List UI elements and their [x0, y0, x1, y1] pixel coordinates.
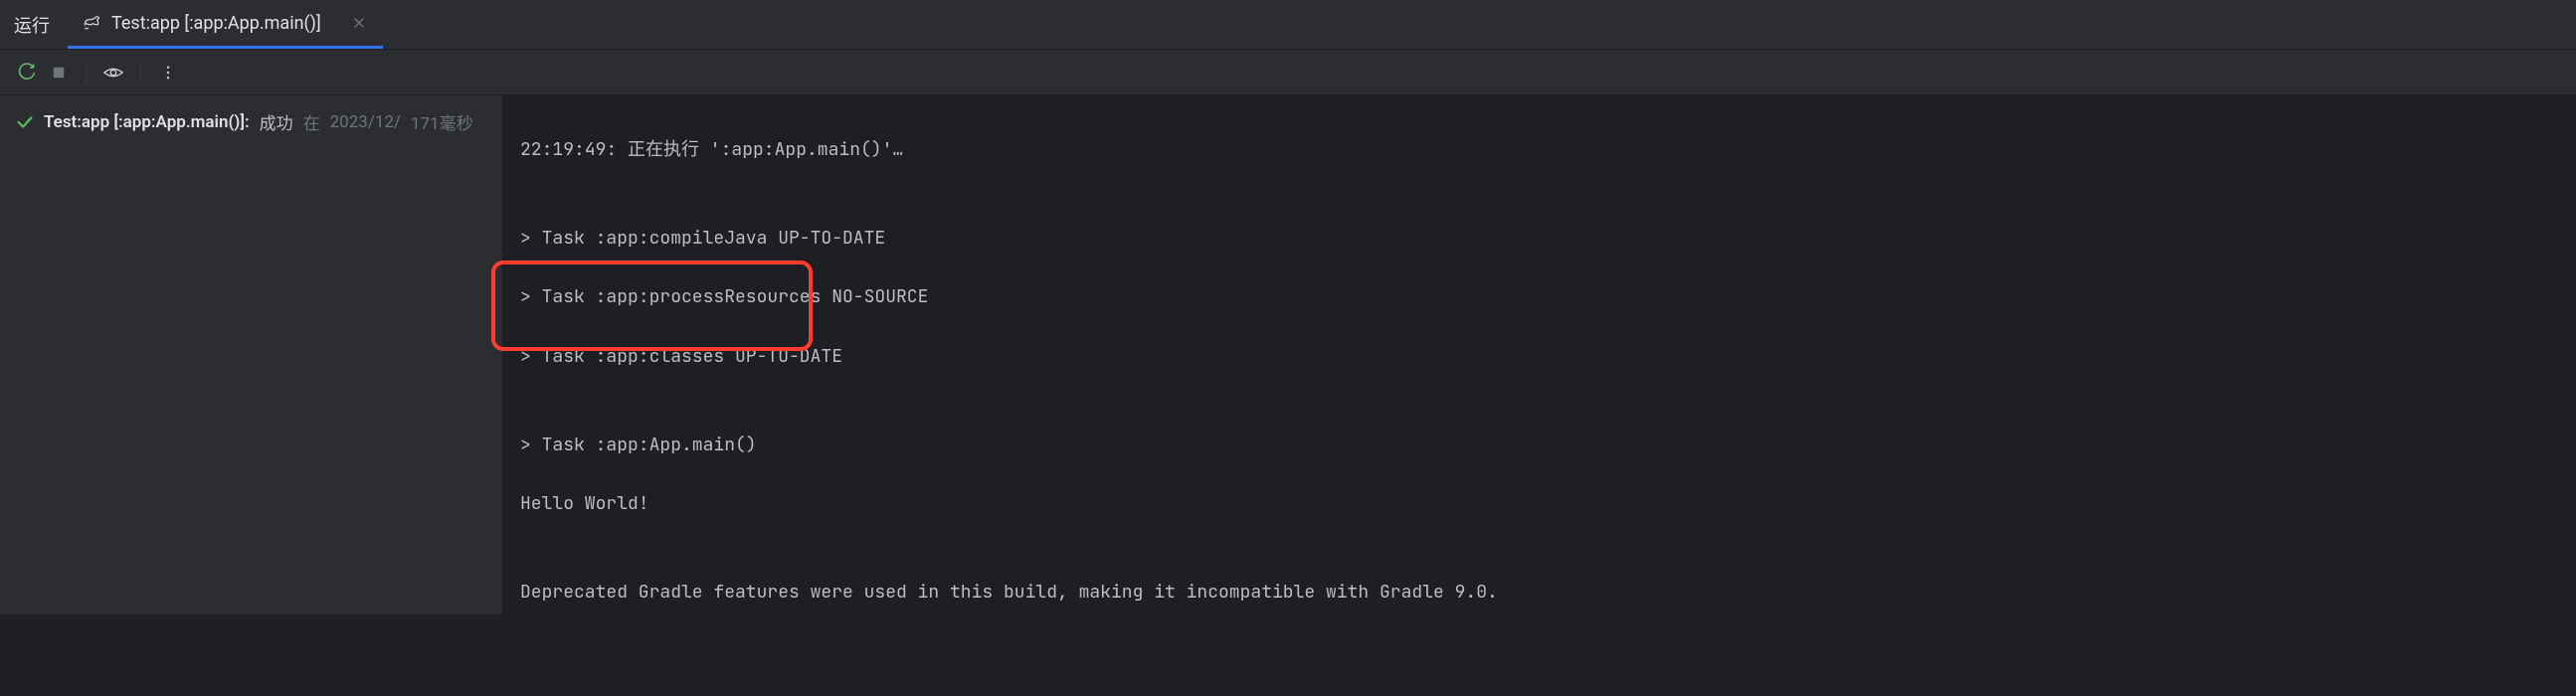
result-meta-duration: 171毫秒	[411, 109, 473, 134]
rerun-button[interactable]	[12, 58, 42, 87]
console-line: 22:19:49: 正在执行 ':app:App.main()'…	[520, 135, 2558, 165]
result-row[interactable]: Test:app [:app:App.main()]: 成功 在 2023/12…	[16, 109, 486, 134]
stop-button[interactable]	[44, 58, 74, 87]
toolbar-separator	[86, 62, 87, 84]
show-icon[interactable]	[98, 58, 128, 87]
result-meta-prefix: 在	[303, 109, 320, 134]
gradle-icon	[82, 13, 101, 33]
results-sidebar: Test:app [:app:App.main()]: 成功 在 2023/12…	[0, 95, 502, 614]
toolbar-separator	[140, 62, 141, 84]
console-line: > Task :app:processResources NO-SOURCE	[520, 282, 2558, 312]
content-area: Test:app [:app:App.main()]: 成功 在 2023/12…	[0, 95, 2576, 614]
console-line: > Task :app:compileJava UP-TO-DATE	[520, 224, 2558, 254]
console-line: > Task :app:classes UP-TO-DATE	[520, 342, 2558, 372]
tab-label: Test:app [:app:App.main()]	[111, 13, 321, 34]
panel-label: 运行	[0, 0, 68, 49]
success-check-icon	[16, 113, 34, 131]
more-icon[interactable]	[153, 58, 183, 87]
console-output[interactable]: 22:19:49: 正在执行 ':app:App.main()'… > Task…	[502, 95, 2576, 614]
close-icon[interactable]	[349, 13, 369, 33]
result-meta-date: 2023/12/	[330, 112, 401, 132]
run-tab[interactable]: Test:app [:app:App.main()]	[68, 0, 383, 49]
toolbar	[0, 50, 2576, 95]
console-line: > Task :app:App.main()	[520, 431, 2558, 460]
result-name: Test:app [:app:App.main()]:	[44, 112, 250, 132]
console-line: Deprecated Gradle features were used in …	[520, 578, 2558, 608]
result-status: 成功	[260, 109, 293, 134]
console-line: Hello World!	[520, 489, 2558, 519]
tab-bar: 运行 Test:app [:app:App.main()]	[0, 0, 2576, 50]
